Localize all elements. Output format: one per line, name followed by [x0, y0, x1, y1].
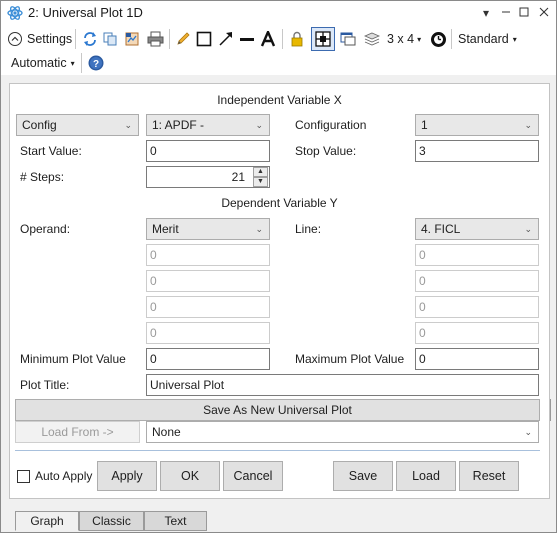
- steps-spinner[interactable]: ▲ ▼: [253, 167, 268, 187]
- chevron-down-icon: ⌄: [524, 427, 532, 437]
- maximize-icon[interactable]: [515, 3, 533, 23]
- layout-label: 3 x 4: [387, 32, 415, 46]
- apply-button[interactable]: Apply: [97, 461, 157, 491]
- param-left-1: 0: [146, 244, 270, 266]
- line-label: Line:: [295, 222, 322, 236]
- param-right-1: 0: [415, 244, 539, 266]
- chevron-down-icon: ⌄: [524, 224, 532, 234]
- steps-label: # Steps:: [20, 170, 65, 184]
- text-icon[interactable]: [259, 29, 277, 49]
- param-right-2: 0: [415, 270, 539, 292]
- chevron-down-icon: ▾: [512, 34, 517, 44]
- settings-label: Settings: [27, 32, 73, 46]
- param-left-3: 0: [146, 296, 270, 318]
- print-icon[interactable]: [145, 29, 165, 49]
- stop-value-label: Stop Value:: [295, 144, 357, 158]
- chevron-down-icon: ⌄: [124, 120, 132, 130]
- reset-button[interactable]: Reset: [459, 461, 519, 491]
- chevron-down-icon: ⌄: [255, 120, 263, 130]
- automatic-dropdown[interactable]: Automatic ▾: [11, 53, 75, 73]
- tab-text[interactable]: Text: [144, 511, 207, 531]
- plot-title-input[interactable]: Universal Plot: [146, 374, 539, 396]
- load-from-select[interactable]: None ⌄: [146, 421, 539, 443]
- load-from-button: Load From ->: [15, 421, 140, 443]
- chevron-down-icon: ⌄: [255, 224, 263, 234]
- minimum-plot-value-label: Minimum Plot Value: [20, 352, 126, 366]
- window-icon[interactable]: [339, 29, 357, 49]
- configuration-label: Configuration: [295, 118, 367, 132]
- universal-plot-window: 2: Universal Plot 1D ▾ Settings 3 x 4 ▾ …: [0, 0, 557, 533]
- auto-apply-label: Auto Apply: [35, 469, 93, 483]
- start-value-input[interactable]: 0: [146, 140, 270, 162]
- param-right-3: 0: [415, 296, 539, 318]
- minimize-icon[interactable]: [497, 3, 515, 23]
- refresh-icon[interactable]: [81, 29, 99, 49]
- save-as-new-universal-plot-button[interactable]: Save As New Universal Plot: [15, 399, 540, 421]
- automatic-label: Automatic: [11, 56, 67, 70]
- chevron-down-icon[interactable]: ▾: [477, 3, 495, 23]
- close-icon[interactable]: [535, 3, 553, 23]
- start-value-label: Start Value:: [20, 144, 82, 158]
- maximum-plot-value-input[interactable]: 0: [415, 348, 539, 370]
- plot-title-label: Plot Title:: [20, 378, 70, 392]
- window-title: 2: Universal Plot 1D: [28, 5, 143, 20]
- rectangle-icon[interactable]: [195, 29, 213, 49]
- grid-select-icon[interactable]: [311, 27, 335, 51]
- cancel-button[interactable]: Cancel: [223, 461, 283, 491]
- param-left-2: 0: [146, 270, 270, 292]
- help-icon[interactable]: ?: [87, 53, 105, 73]
- app-icon: [7, 6, 23, 20]
- divider: [15, 450, 540, 451]
- independent-type-select[interactable]: Config ⌄: [16, 114, 139, 136]
- maximum-plot-value-label: Maximum Plot Value: [295, 352, 405, 366]
- title-bar: 2: Universal Plot 1D ▾: [1, 1, 556, 25]
- pencil-icon[interactable]: [174, 29, 192, 49]
- chevron-down-icon: ▾: [417, 34, 422, 44]
- dependent-variable-header: Dependent Variable Y: [221, 196, 338, 210]
- tab-graph[interactable]: Graph: [15, 511, 79, 531]
- settings-button[interactable]: Settings: [7, 29, 72, 49]
- ok-button[interactable]: OK: [160, 461, 220, 491]
- layers-icon[interactable]: [363, 29, 381, 49]
- operand-label: Operand:: [20, 222, 71, 236]
- export-icon[interactable]: [123, 29, 141, 49]
- lock-icon[interactable]: [288, 29, 306, 49]
- view-tabs: Graph Classic Text: [1, 509, 556, 533]
- param-left-4: 0: [146, 322, 270, 344]
- svg-text:?: ?: [93, 59, 99, 70]
- clock-icon[interactable]: [429, 29, 447, 49]
- copy-icon[interactable]: [101, 29, 119, 49]
- steps-input[interactable]: 21: [146, 166, 270, 188]
- arrow-line-icon[interactable]: [217, 29, 235, 49]
- minimum-plot-value-input[interactable]: 0: [146, 348, 270, 370]
- configuration-select[interactable]: 1 ⌄: [415, 114, 539, 136]
- line-icon[interactable]: [238, 29, 256, 49]
- independent-variable-header: Independent Variable X: [217, 93, 342, 107]
- toolbar: Settings 3 x 4 ▾ Standard ▾ Automatic ▾ …: [1, 25, 556, 75]
- spin-up-icon[interactable]: ▲: [253, 167, 268, 177]
- independent-operand-select[interactable]: 1: APDF - ⌄: [146, 114, 270, 136]
- layout-dropdown[interactable]: 3 x 4 ▾: [387, 29, 421, 49]
- standard-label: Standard: [458, 32, 509, 46]
- chevron-down-icon: ▾: [70, 58, 75, 68]
- stop-value-input[interactable]: 3: [415, 140, 539, 162]
- settings-panel: Independent Variable X Config ⌄ 1: APDF -…: [9, 83, 550, 499]
- spin-down-icon[interactable]: ▼: [253, 177, 268, 187]
- auto-apply-checkbox[interactable]: [17, 470, 30, 483]
- param-right-4: 0: [415, 322, 539, 344]
- line-select[interactable]: 4. FICL ⌄: [415, 218, 539, 240]
- load-button[interactable]: Load: [396, 461, 456, 491]
- chevron-up-circle-icon: [8, 32, 22, 46]
- operand-select[interactable]: Merit ⌄: [146, 218, 270, 240]
- save-button[interactable]: Save: [333, 461, 393, 491]
- tab-classic[interactable]: Classic: [79, 511, 144, 531]
- standard-dropdown[interactable]: Standard ▾: [458, 29, 517, 49]
- chevron-down-icon: ⌄: [524, 120, 532, 130]
- scroll-edge: [550, 399, 556, 421]
